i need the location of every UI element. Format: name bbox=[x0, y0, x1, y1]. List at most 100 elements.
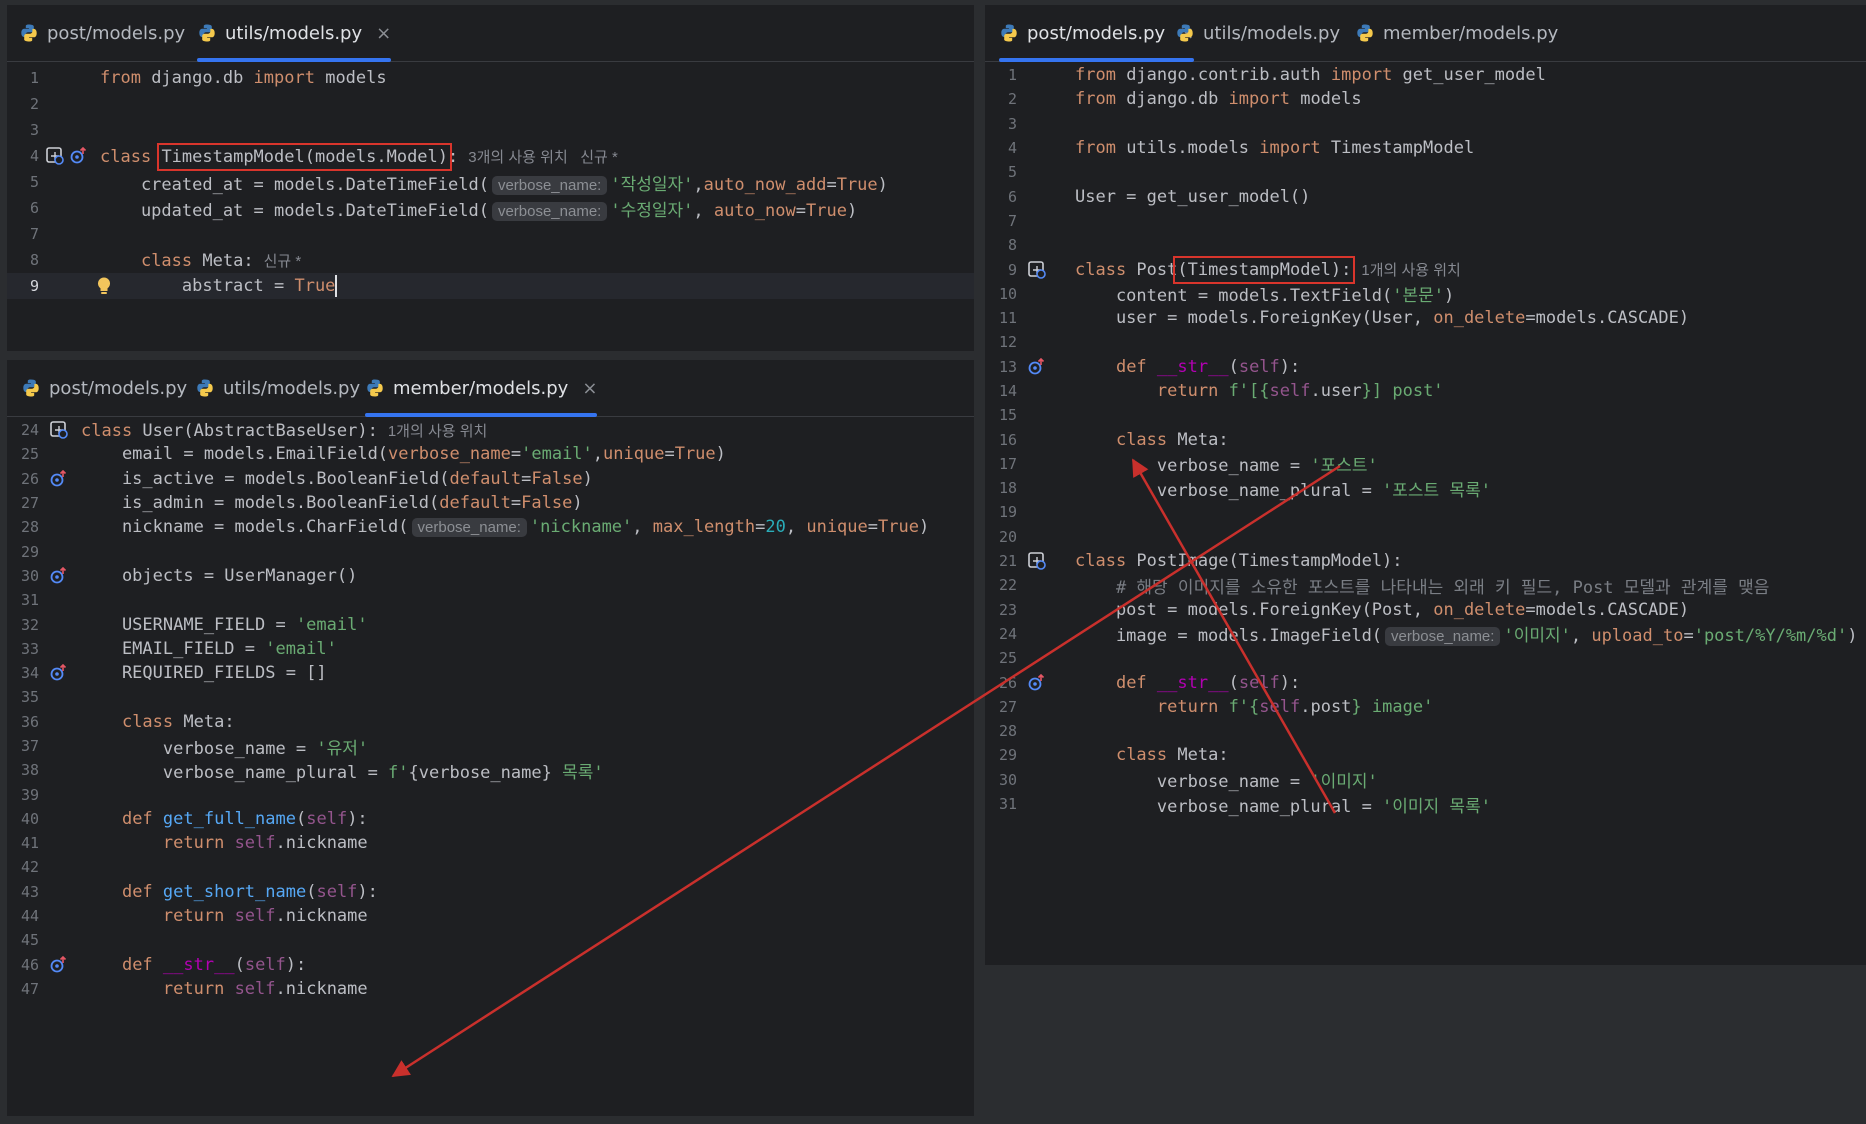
gutter-marker[interactable] bbox=[49, 469, 67, 488]
code-line[interactable]: 45 bbox=[7, 928, 974, 952]
code-line[interactable]: 39 bbox=[7, 782, 974, 806]
code-line[interactable]: 24 image = models.ImageField(verbose_nam… bbox=[985, 622, 1866, 647]
code-line[interactable]: 31 verbose_name_plural = '이미지 목록' bbox=[985, 792, 1866, 817]
code-line[interactable]: 40 def get_full_name(self): bbox=[7, 807, 974, 831]
code-line[interactable]: 23 post = models.ForeignKey(Post, on_del… bbox=[985, 598, 1866, 622]
code-line[interactable]: 47 return self.nickname bbox=[7, 977, 974, 1001]
gutter-marker[interactable] bbox=[1027, 357, 1045, 376]
code-line[interactable]: 38 verbose_name_plural = f'{verbose_name… bbox=[7, 758, 974, 783]
code-line[interactable]: 33 EMAIL_FIELD = 'email' bbox=[7, 637, 974, 661]
implemented-icon[interactable] bbox=[49, 420, 69, 440]
find-usages-icon[interactable] bbox=[69, 147, 87, 165]
code-line[interactable]: 27 is_admin = models.BooleanField(defaul… bbox=[7, 491, 974, 515]
code-line[interactable]: 8 class Meta: 신규 * bbox=[7, 247, 974, 273]
code-line[interactable]: 1 from django.db import models bbox=[7, 65, 974, 91]
code-line[interactable]: 8 bbox=[985, 233, 1866, 257]
implemented-icon[interactable] bbox=[1027, 260, 1047, 280]
gutter-marker[interactable] bbox=[49, 664, 67, 682]
code-line[interactable]: 26 def __str__(self): bbox=[985, 670, 1866, 694]
code-line[interactable]: 37 verbose_name = '유저' bbox=[7, 734, 974, 759]
code-text: def __str__(self): bbox=[1075, 673, 1300, 693]
code-line[interactable]: 30 verbose_name = '이미지' bbox=[985, 768, 1866, 793]
code-line[interactable]: 6 User = get_user_model() bbox=[985, 184, 1866, 208]
code-line[interactable]: 25 email = models.EmailField(verbose_nam… bbox=[7, 442, 974, 466]
tab-utils-models-py[interactable]: utils/models.py bbox=[195, 360, 360, 416]
code-line[interactable]: 13 def __str__(self): bbox=[985, 355, 1866, 379]
override-icon[interactable] bbox=[1027, 673, 1045, 692]
tab-utils-models-py[interactable]: utils/models.py × bbox=[197, 5, 392, 62]
code-line[interactable]: 4 from utils.models import TimestampModel bbox=[985, 136, 1866, 160]
code-editor[interactable]: 1 from django.db import models 2 3 4 class Ti… bbox=[7, 62, 974, 351]
code-line[interactable]: 42 bbox=[7, 855, 974, 879]
code-line[interactable]: 25 bbox=[985, 646, 1866, 670]
code-line[interactable]: 20 bbox=[985, 525, 1866, 549]
code-line[interactable]: 43 def get_short_name(self): bbox=[7, 880, 974, 904]
code-line[interactable]: 15 bbox=[985, 403, 1866, 427]
code-line[interactable]: 1 from django.contrib.auth import get_use… bbox=[985, 63, 1866, 87]
code-line[interactable]: 7 bbox=[7, 221, 974, 247]
close-tab-icon[interactable]: × bbox=[582, 378, 597, 399]
override-icon[interactable] bbox=[49, 566, 67, 585]
gutter-marker[interactable] bbox=[1027, 673, 1045, 692]
gutter-marker[interactable] bbox=[49, 955, 67, 974]
gutter-marker[interactable] bbox=[49, 420, 69, 440]
code-line[interactable]: 4 class TimestampModel(models.Model): 3개의 … bbox=[7, 142, 974, 171]
code-line[interactable]: 35 bbox=[7, 685, 974, 709]
code-line[interactable]: 5 bbox=[985, 160, 1866, 184]
override-icon[interactable] bbox=[49, 955, 67, 974]
code-line[interactable]: 34 REQUIRED_FIELDS = [] bbox=[7, 661, 974, 685]
tab-post-models-py[interactable]: post/models.py × bbox=[999, 5, 1195, 62]
tab-post-models-py[interactable]: post/models.py bbox=[19, 5, 185, 61]
code-line[interactable]: 11 user = models.ForeignKey(User, on_del… bbox=[985, 306, 1866, 330]
tab-post-models-py[interactable]: post/models.py bbox=[21, 360, 187, 416]
close-tab-icon[interactable]: × bbox=[376, 23, 391, 44]
code-line[interactable]: 2 bbox=[7, 91, 974, 117]
code-line[interactable]: 9 class Post(TimestampModel): 1개의 사용 위치 bbox=[985, 256, 1866, 285]
code-line[interactable]: 27 return f'{self.post} image' bbox=[985, 695, 1866, 719]
code-line[interactable]: 17 verbose_name = '포스트' bbox=[985, 452, 1866, 477]
code-line[interactable]: 3 bbox=[7, 117, 974, 143]
code-line[interactable]: 18 verbose_name_plural = '포스트 목록' bbox=[985, 476, 1866, 501]
gutter-marker[interactable] bbox=[45, 146, 87, 166]
code-line[interactable]: 6 updated_at = models.DateTimeField(verb… bbox=[7, 195, 974, 221]
code-line[interactable]: 32 USERNAME_FIELD = 'email' bbox=[7, 612, 974, 636]
code-line[interactable]: 10 content = models.TextField('본문') bbox=[985, 282, 1866, 307]
tab-member-models-py[interactable]: member/models.py × bbox=[365, 360, 598, 417]
code-line[interactable]: 44 return self.nickname bbox=[7, 904, 974, 928]
code-line[interactable]: 41 return self.nickname bbox=[7, 831, 974, 855]
gutter-marker[interactable] bbox=[1027, 551, 1047, 571]
override-icon[interactable] bbox=[49, 469, 67, 488]
code-line[interactable]: 28 bbox=[985, 719, 1866, 743]
code-line[interactable]: 28 nickname = models.CharField(verbose_n… bbox=[7, 515, 974, 539]
code-line[interactable]: 2 from django.db import models bbox=[985, 87, 1866, 111]
code-line[interactable]: 26 is_active = models.BooleanField(defau… bbox=[7, 467, 974, 491]
code-line[interactable]: 21 class PostImage(TimestampModel): bbox=[985, 549, 1866, 573]
code-line[interactable]: 22 # 해당 이미지를 소유한 포스트를 나타내는 외래 키 필드, Post… bbox=[985, 573, 1866, 598]
code-line[interactable]: 7 bbox=[985, 209, 1866, 233]
code-line[interactable]: 9 abstract = True bbox=[7, 273, 974, 299]
gutter-marker[interactable] bbox=[1027, 260, 1047, 280]
code-line[interactable]: 12 bbox=[985, 330, 1866, 354]
gutter-marker[interactable] bbox=[49, 566, 67, 585]
code-line[interactable]: 46 def __str__(self): bbox=[7, 953, 974, 977]
override-icon[interactable] bbox=[49, 664, 67, 682]
code-line[interactable]: 14 return f'[{self.user}] post' bbox=[985, 379, 1866, 403]
code-line[interactable]: 36 class Meta: bbox=[7, 710, 974, 734]
code-line[interactable]: 24 class User(AbstractBaseUser): 1개의 사용 위치 bbox=[7, 418, 974, 442]
override-icon[interactable] bbox=[1027, 357, 1045, 376]
code-line[interactable]: 29 bbox=[7, 539, 974, 563]
code-editor[interactable]: 1 from django.contrib.auth import get_use… bbox=[985, 62, 1866, 965]
code-line[interactable]: 30 objects = UserManager() bbox=[7, 564, 974, 588]
code-editor[interactable]: 24 class User(AbstractBaseUser): 1개의 사용 위치… bbox=[7, 417, 974, 1116]
code-line[interactable]: 29 class Meta: bbox=[985, 743, 1866, 767]
code-line[interactable]: 5 created_at = models.DateTimeField(verb… bbox=[7, 169, 974, 195]
code-line[interactable]: 3 bbox=[985, 112, 1866, 136]
code-line[interactable]: 31 bbox=[7, 588, 974, 612]
implemented-icon[interactable] bbox=[1027, 551, 1047, 571]
code-line[interactable]: 19 bbox=[985, 500, 1866, 524]
implemented-icon[interactable] bbox=[45, 146, 65, 166]
tab-member-models-py[interactable]: member/models.py bbox=[1355, 5, 1558, 61]
tab-utils-models-py[interactable]: utils/models.py bbox=[1175, 5, 1340, 61]
code-line[interactable]: 16 class Meta: bbox=[985, 427, 1866, 451]
